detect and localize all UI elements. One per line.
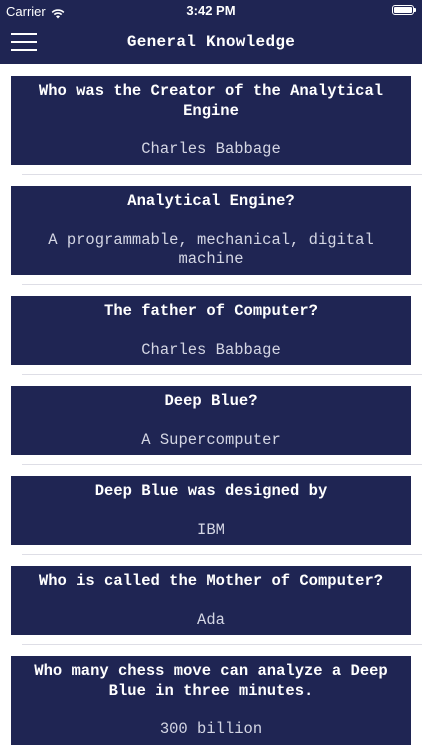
status-bar: Carrier 3:42 PM [0,0,422,22]
card-item[interactable]: Deep Blue? A Supercomputer [11,386,411,455]
page-title: General Knowledge [126,33,296,51]
card-question: Analytical Engine? [127,192,295,210]
divider [22,174,422,175]
card-answer: 300 billion [159,720,263,738]
card-question: Deep Blue was designed by [94,482,328,500]
card-item[interactable]: Analytical Engine? A programmable, mecha… [11,186,411,275]
divider [22,644,422,645]
card-item[interactable]: Deep Blue was designed by IBM [11,476,411,545]
card-item[interactable]: Who many chess move can analyze a Deep B… [11,656,411,745]
card-item[interactable]: Who was the Creator of the Analytical En… [11,76,411,165]
divider [22,464,422,465]
card-answer: Charles Babbage [141,340,281,359]
divider [22,284,422,285]
card-answer: Charles Babbage [141,140,281,158]
card-question: Who was the Creator of the Analytical En… [38,82,384,120]
divider [22,554,422,555]
divider [22,374,422,375]
card-answer: IBM [197,520,225,539]
card-question: Who is called the Mother of Computer? [38,572,384,590]
card-item[interactable]: The father of Computer? Charles Babbage [11,296,411,365]
card-question: The father of Computer? [104,302,318,320]
card-answer: A Supercomputer [141,430,281,449]
card-answer: A programmable, mechanical, digital mach… [48,230,374,269]
battery-icon [392,5,416,15]
card-answer: Ada [197,610,225,629]
nav-bar: Carrier 3:42 PM General Knowledge [0,0,422,64]
clock: 3:42 PM [186,3,236,18]
card-question: Deep Blue? [164,392,258,410]
card-item[interactable]: Who is called the Mother of Computer? Ad… [11,566,411,635]
card-question: Who many chess move can analyze a Deep B… [34,662,388,700]
